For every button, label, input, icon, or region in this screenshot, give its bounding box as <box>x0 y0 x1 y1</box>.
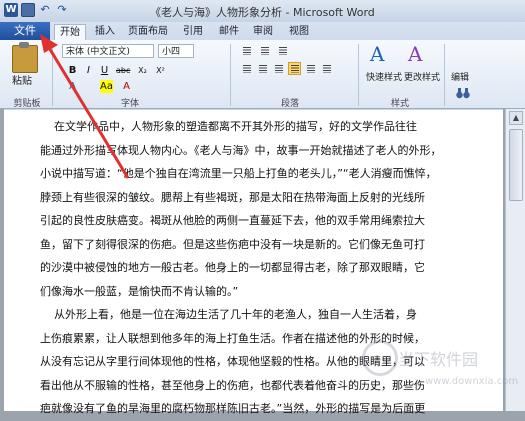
annotation-arrow-icon <box>40 34 130 179</box>
